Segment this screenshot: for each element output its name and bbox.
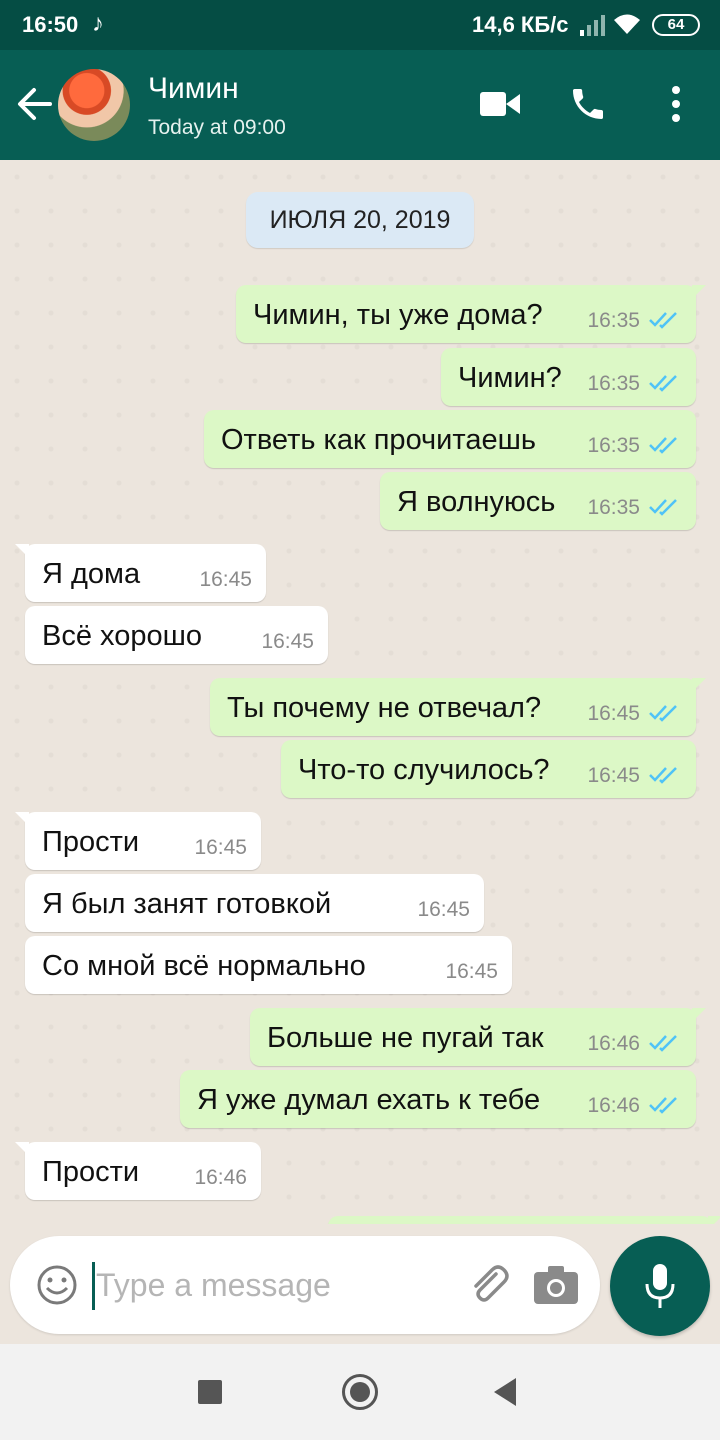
- music-note-icon: ♪: [92, 10, 104, 37]
- message-time: 16:45: [587, 702, 640, 725]
- message-text: Я был занят готовкой: [42, 888, 332, 920]
- message-bubble[interactable]: Чимин? 16:35: [441, 348, 696, 406]
- message-text: Я уже думал ехать к тебе: [197, 1084, 541, 1116]
- double-check-icon: [648, 1034, 680, 1057]
- message-text: Чимин?: [458, 362, 562, 394]
- message-bubble-partial[interactable]: [328, 1216, 720, 1224]
- message-text: Я волнуюсь: [397, 486, 556, 518]
- message-time: 16:45: [261, 630, 314, 653]
- mic-button[interactable]: [610, 1236, 710, 1336]
- double-check-icon: [648, 704, 680, 727]
- message-bubble[interactable]: Я волнуюсь 16:35: [380, 472, 696, 530]
- message-input[interactable]: [96, 1260, 456, 1310]
- double-check-icon: [648, 311, 680, 334]
- phone-icon[interactable]: [568, 84, 608, 129]
- message-time: 16:46: [587, 1094, 640, 1117]
- message-text: Ты почему не отвечал?: [227, 692, 542, 724]
- video-call-icon[interactable]: [480, 90, 520, 123]
- message-text: Со мной всё нормально: [42, 950, 366, 982]
- mic-icon: [645, 1264, 675, 1308]
- camera-icon[interactable]: [534, 1266, 578, 1309]
- back-arrow-icon[interactable]: [14, 84, 54, 124]
- battery-icon: 64: [652, 14, 700, 36]
- attach-icon[interactable]: [466, 1262, 510, 1311]
- double-check-icon: [648, 766, 680, 789]
- message-bubble[interactable]: Ответь как прочитаешь 16:35: [204, 410, 696, 468]
- message-text: Чимин, ты уже дома?: [253, 299, 543, 331]
- double-check-icon: [648, 436, 680, 459]
- text-cursor: [92, 1262, 95, 1310]
- compose-bar: [0, 1224, 720, 1344]
- message-bubble[interactable]: Ты почему не отвечал? 16:45: [210, 678, 706, 736]
- message-time: 16:46: [587, 1032, 640, 1055]
- message-time: 16:45: [417, 898, 470, 921]
- network-speed: 14,6 КБ/с: [472, 12, 569, 37]
- date-separator: ИЮЛЯ 20, 2019: [246, 192, 474, 248]
- message-bubble[interactable]: Больше не пугай так 16:46: [250, 1008, 706, 1066]
- contact-name[interactable]: Чимин: [148, 72, 239, 106]
- message-text: Я дома: [42, 558, 141, 590]
- message-time: 16:35: [587, 372, 640, 395]
- message-bubble[interactable]: Прости 16:45: [15, 812, 261, 870]
- message-text: Всё хорошо: [42, 620, 202, 652]
- message-text: Что-то случилось?: [298, 754, 550, 786]
- last-seen: Today at 09:00: [148, 116, 286, 139]
- message-bubble[interactable]: Я уже думал ехать к тебе 16:46: [180, 1070, 696, 1128]
- message-time: 16:46: [194, 1166, 247, 1189]
- message-time: 16:35: [587, 496, 640, 519]
- message-time: 16:35: [587, 434, 640, 457]
- double-check-icon: [648, 374, 680, 397]
- recent-apps-button[interactable]: [198, 1380, 222, 1404]
- wifi-icon: [612, 12, 642, 41]
- system-nav-bar: [0, 1344, 720, 1440]
- message-bubble[interactable]: Прости 16:46: [15, 1142, 261, 1200]
- message-bubble[interactable]: Я дома 16:45: [15, 544, 266, 602]
- message-input-container[interactable]: [10, 1236, 600, 1334]
- message-bubble[interactable]: Всё хорошо 16:45: [25, 606, 328, 664]
- message-bubble[interactable]: Чимин, ты уже дома? 16:35: [236, 285, 706, 343]
- message-time: 16:35: [587, 309, 640, 332]
- avatar[interactable]: [58, 69, 130, 141]
- double-check-icon: [648, 1096, 680, 1119]
- status-time: 16:50: [22, 12, 79, 37]
- message-time: 16:45: [194, 836, 247, 859]
- message-time: 16:45: [199, 568, 252, 591]
- message-text: Ответь как прочитаешь: [221, 424, 536, 456]
- status-bar: 16:50 ♪ 14,6 КБ/с 64: [0, 0, 720, 50]
- chat-area[interactable]: ИЮЛЯ 20, 2019 Чимин, ты уже дома? 16:35 …: [0, 160, 720, 1224]
- message-time: 16:45: [587, 764, 640, 787]
- message-text: Больше не пугай так: [267, 1022, 544, 1054]
- message-time: 16:45: [445, 960, 498, 983]
- chat-header: Чимин Today at 09:00: [0, 50, 720, 160]
- more-vert-icon[interactable]: [664, 84, 688, 129]
- double-check-icon: [648, 498, 680, 521]
- emoji-icon[interactable]: [36, 1264, 78, 1311]
- message-text: Прости: [42, 826, 140, 858]
- message-bubble[interactable]: Что-то случилось? 16:45: [281, 740, 696, 798]
- nav-back-button[interactable]: [494, 1378, 516, 1406]
- message-text: Прости: [42, 1156, 140, 1188]
- home-button[interactable]: [342, 1374, 378, 1410]
- signal-icon: [580, 14, 606, 41]
- message-bubble[interactable]: Я был занят готовкой 16:45: [25, 874, 484, 932]
- message-bubble[interactable]: Со мной всё нормально 16:45: [25, 936, 512, 994]
